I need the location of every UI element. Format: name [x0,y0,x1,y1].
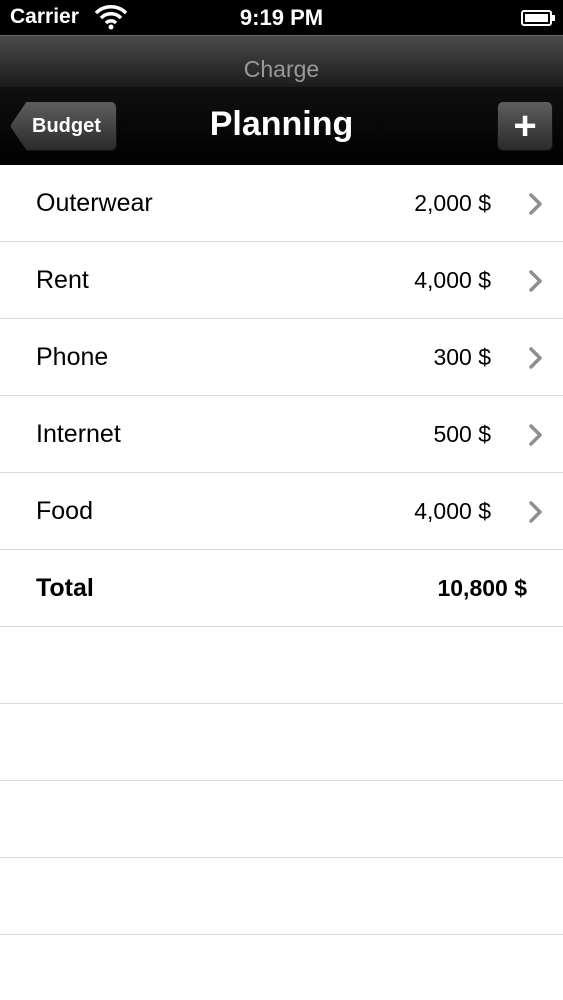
page-title: Planning [209,105,354,143]
table-row[interactable]: Phone 300 $ [0,319,563,396]
table-row[interactable]: Outerwear 2,000 $ [0,165,563,242]
row-name: Rent [36,266,89,294]
row-amount: 300 $ [433,344,491,370]
row-amount: 4,000 $ [414,498,491,524]
total-amount: 10,800 $ [437,575,527,601]
table-row[interactable]: Rent 4,000 $ [0,242,563,319]
clock-time: 9:19 PM [239,5,324,30]
prompt-bar: Charge [0,35,563,88]
table-row[interactable]: Food 4,000 $ [0,473,563,550]
empty-row [0,627,563,704]
total-row: Total 10,800 $ [0,550,563,627]
row-name: Outerwear [36,189,153,217]
status-bar: Carrier 9:19 PM [0,0,563,35]
plus-icon: + [513,104,537,148]
chevron-right-icon [529,347,542,369]
add-button[interactable]: + [497,101,553,151]
nav-prompt: Charge [243,56,320,82]
empty-row [0,704,563,781]
row-amount: 4,000 $ [414,267,491,293]
row-name: Phone [36,343,109,371]
battery-icon [521,10,555,26]
row-name: Internet [36,420,121,448]
empty-row [0,781,563,858]
total-label: Total [36,574,94,602]
chevron-right-icon [529,270,542,292]
chevron-right-icon [529,193,542,215]
empty-row [0,858,563,935]
row-amount: 500 $ [433,421,491,447]
chevron-right-icon [529,501,542,523]
row-amount: 2,000 $ [414,190,491,216]
navigation-bar: Budget Planning + [0,87,563,165]
chevron-right-icon [529,424,542,446]
table-row[interactable]: Internet 500 $ [0,396,563,473]
budget-table: Outerwear 2,000 $ Rent 4,000 $ Phone 300… [0,165,563,935]
row-name: Food [36,497,93,525]
